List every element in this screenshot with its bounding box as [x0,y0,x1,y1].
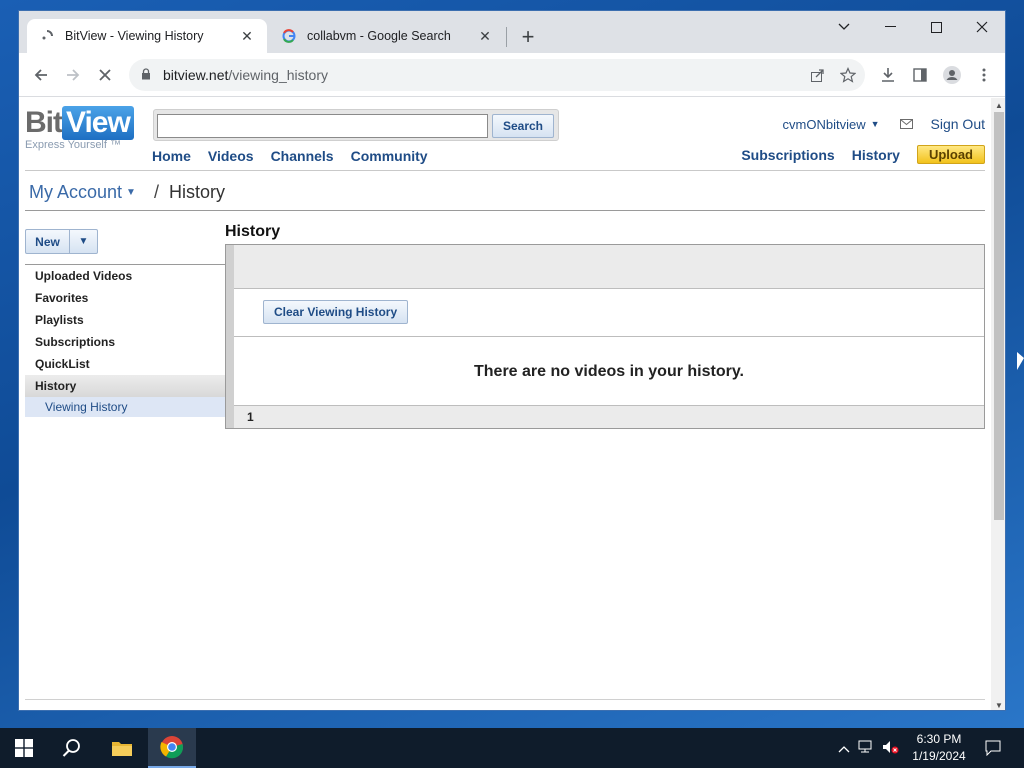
menu-kebab-icon[interactable] [970,61,998,89]
breadcrumb-my-account[interactable]: My Account [29,182,122,203]
lock-icon [141,67,155,83]
new-button-group: New ▼ [25,229,98,254]
close-window-icon[interactable] [959,11,1005,43]
sign-out-link[interactable]: Sign Out [931,116,985,132]
scroll-up-icon[interactable]: ▲ [991,98,1005,112]
url-host: bitview.net [163,67,229,83]
search-icon[interactable] [48,728,96,768]
content-title: History [225,223,281,240]
header-divider [25,170,985,171]
clock-date: 1/19/2024 [912,749,966,763]
stop-loading-icon[interactable] [91,61,119,89]
new-button[interactable]: New [26,230,70,253]
bitview-logo[interactable]: Bit View Express Yourself ™ [25,106,134,151]
nav-channels[interactable]: Channels [271,148,334,164]
nav-home[interactable]: Home [152,148,191,164]
upload-button[interactable]: Upload [916,145,985,164]
sidebar-subitem-viewing-history[interactable]: Viewing History [25,397,225,417]
close-tab-icon[interactable]: ✕ [239,28,255,44]
breadcrumb-current: History [168,182,225,202]
notification-icon[interactable] [976,728,1010,768]
loading-favicon-icon [39,28,55,44]
sidebar-item-playlists[interactable]: Playlists [25,309,225,331]
breadcrumb: My Account ▼ / History [29,182,225,203]
web-page: Bit View Express Yourself ™ Search Home V… [19,98,991,710]
search-bar: Search [153,109,559,141]
empty-message: There are no videos in your history. [234,337,984,406]
logo-bit: Bit [25,106,63,139]
tab-separator [506,27,507,47]
close-tab-icon[interactable]: ✕ [477,28,493,44]
tab-strip: BitView - Viewing History ✕ collabvm - G… [19,11,1005,53]
windows-start-icon[interactable] [0,728,48,768]
chevron-up-icon[interactable] [838,741,850,756]
sidebar-item-uploaded-videos[interactable]: Uploaded Videos [25,265,225,287]
search-input[interactable] [157,114,488,138]
logo-tagline: Express Yourself ™ [25,139,121,151]
download-icon[interactable] [874,61,902,89]
mail-icon[interactable] [899,117,913,132]
profile-avatar-icon[interactable] [938,61,966,89]
file-explorer-icon[interactable] [98,728,146,768]
address-bar[interactable]: bitview.net/viewing_history [129,59,865,91]
username-menu[interactable]: cvmONbitview [783,117,866,132]
network-icon[interactable] [858,740,874,757]
nav-history[interactable]: History [852,147,900,163]
sidebar-item-history[interactable]: History [25,375,225,397]
clear-viewing-history-button[interactable]: Clear Viewing History [263,300,409,324]
tab-bitview[interactable]: BitView - Viewing History ✕ [27,19,267,53]
back-icon[interactable] [27,61,55,89]
sidebar: Uploaded Videos Favorites Playlists Subs… [25,264,225,417]
tab-title: collabvm - Google Search [307,29,451,43]
browser-window: BitView - Viewing History ✕ collabvm - G… [18,10,1006,711]
clock[interactable]: 6:30 PM 1/19/2024 [908,731,970,765]
volume-muted-icon[interactable] [882,740,900,757]
tab-google[interactable]: collabvm - Google Search ✕ [269,19,505,53]
chevron-down-icon[interactable]: ▼ [126,187,136,198]
main-nav: Home Videos Channels Community [152,148,428,164]
scrollbar-thumb[interactable] [994,112,1004,520]
chrome-icon[interactable] [148,728,196,768]
footer-divider [25,699,985,700]
nav-subscriptions[interactable]: Subscriptions [741,147,834,163]
url-path: /viewing_history [228,67,328,83]
minimize-icon[interactable] [867,11,913,43]
panel-header [234,245,984,289]
user-bar: cvmONbitview ▼ Sign Out [783,116,985,132]
chevron-down-icon[interactable]: ▼ [70,230,97,253]
share-icon[interactable] [803,61,831,89]
breadcrumb-separator: / [153,182,159,202]
tab-title: BitView - Viewing History [65,29,204,43]
scroll-down-icon[interactable]: ▼ [991,698,1005,710]
panel-actions: Clear Viewing History [234,289,984,337]
account-nav: Subscriptions History Upload [741,145,985,164]
search-button[interactable]: Search [492,114,554,138]
tray-icons [838,728,900,768]
taskbar: 6:30 PM 1/19/2024 [0,728,1024,768]
page-number[interactable]: 1 [247,410,254,424]
maximize-icon[interactable] [913,11,959,43]
tab-search-icon[interactable] [821,11,867,43]
pagination: 1 [234,405,984,428]
browser-toolbar: bitview.net/viewing_history [19,53,1005,97]
sidebar-item-favorites[interactable]: Favorites [25,287,225,309]
sidebar-item-quicklist[interactable]: QuickList [25,353,225,375]
side-panel-icon[interactable] [906,61,934,89]
page-scrollbar[interactable]: ▲ ▼ [991,98,1005,710]
clock-time: 6:30 PM [916,732,962,746]
panel-left-bar [226,245,234,428]
google-icon [281,28,297,44]
breadcrumb-divider [25,210,985,211]
mouse-cursor-icon [1017,352,1024,370]
new-tab-icon[interactable]: + [516,24,540,49]
nav-videos[interactable]: Videos [208,148,254,164]
history-panel: Clear Viewing History There are no video… [225,244,985,429]
bookmark-star-icon[interactable] [834,61,862,89]
forward-icon[interactable] [59,61,87,89]
nav-community[interactable]: Community [351,148,428,164]
logo-view: View [62,106,134,140]
sidebar-item-subscriptions[interactable]: Subscriptions [25,331,225,353]
chevron-down-icon[interactable]: ▼ [871,119,880,129]
